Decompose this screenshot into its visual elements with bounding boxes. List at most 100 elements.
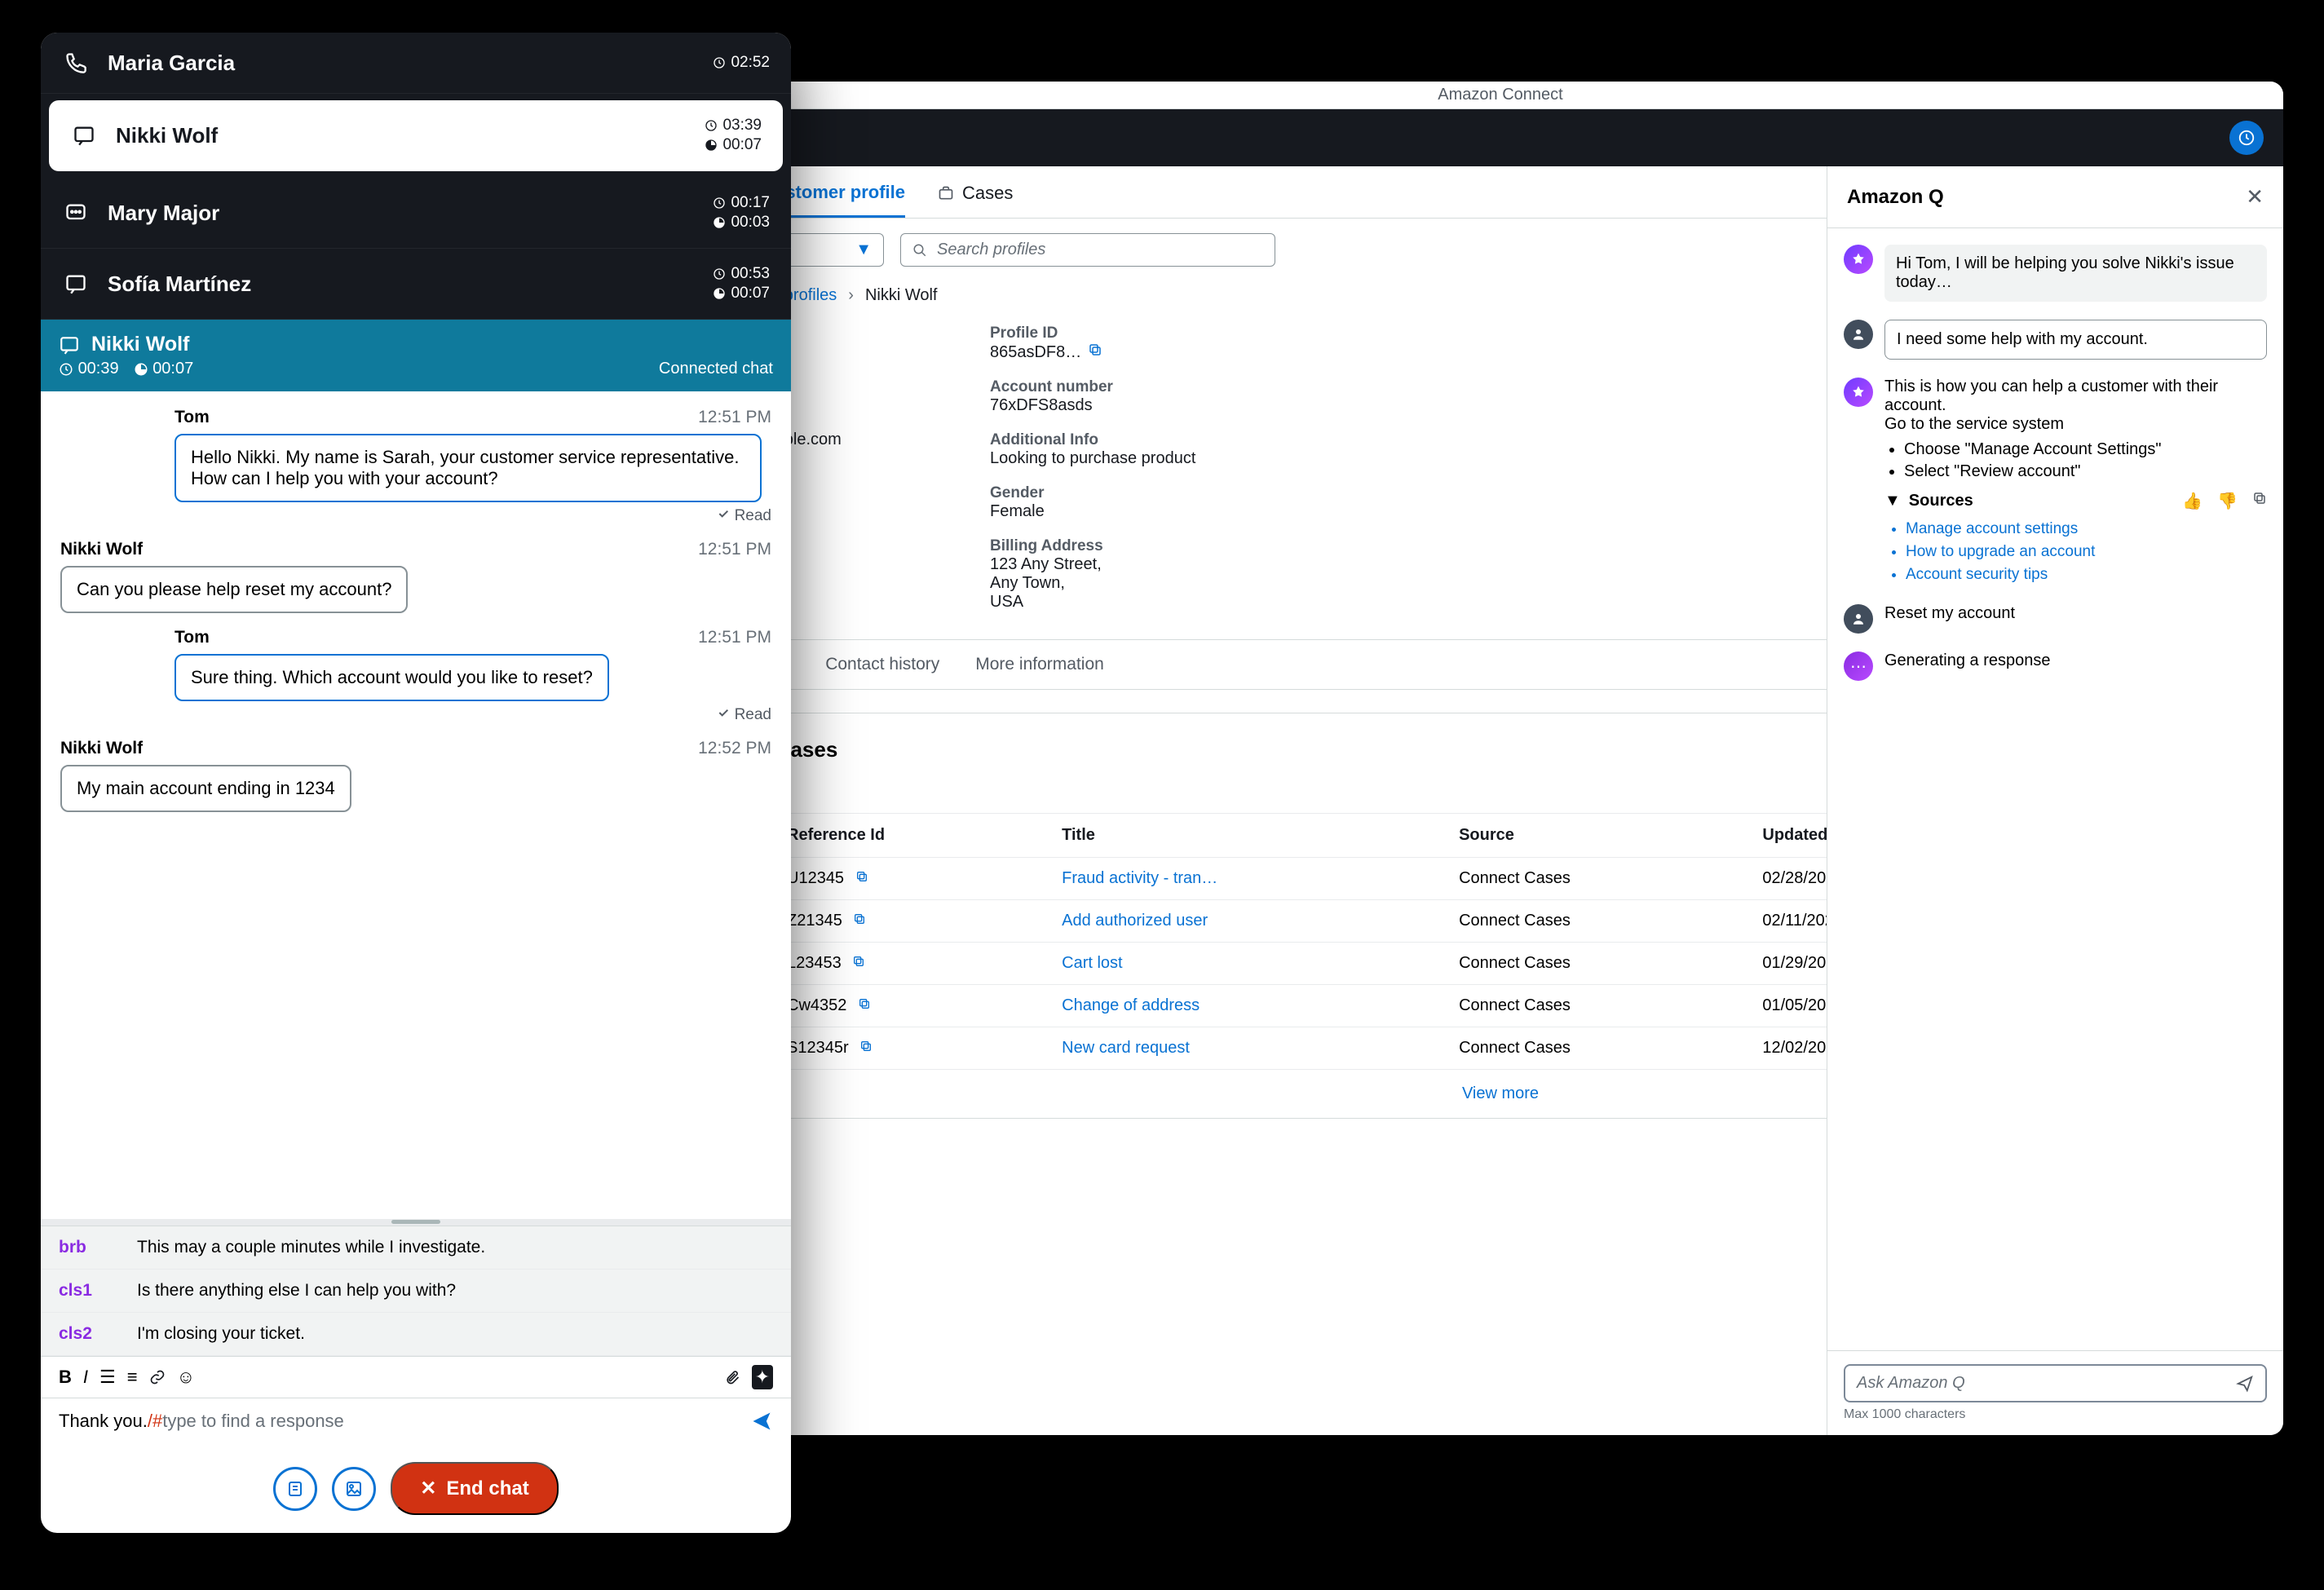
case-link[interactable]: New card request	[1062, 1039, 1190, 1057]
thumbs-down-icon[interactable]: 👎	[2217, 491, 2238, 511]
timer: 00:39	[59, 360, 119, 378]
quick-response[interactable]: cls1 Is there anything else I can help yo…	[41, 1270, 791, 1313]
copy-icon[interactable]	[855, 870, 868, 883]
close-icon[interactable]: ✕	[2246, 184, 2264, 210]
quick-responses: brbThis may a couple minutes while I inv…	[41, 1226, 791, 1356]
bold-button[interactable]: B	[59, 1367, 72, 1388]
tab-label: Cases	[962, 183, 1013, 204]
col-source[interactable]: Source	[1443, 814, 1746, 858]
search-input[interactable]: Search profiles	[900, 233, 1275, 267]
subtab-contact-history[interactable]: Contact history	[825, 640, 939, 689]
drag-handle[interactable]	[391, 1220, 440, 1224]
case-link[interactable]: Change of address	[1062, 996, 1200, 1014]
source-link[interactable]: Account security tips	[1906, 563, 2267, 586]
copy-icon[interactable]	[852, 955, 865, 968]
contact-item[interactable]: Sofía Martínez00:5300:07	[41, 249, 791, 320]
message: Tom12:51 PMHello Nikki. My name is Sarah…	[60, 408, 771, 525]
send-button[interactable]	[750, 1410, 773, 1433]
timestamp: 12:51 PM	[698, 408, 771, 427]
bubble-text: I need some help with my account.	[1884, 320, 2267, 360]
attach-icon[interactable]	[724, 1369, 740, 1385]
case-link[interactable]: Add authorized user	[1062, 912, 1208, 930]
col-ref[interactable]: Reference Id	[771, 814, 1045, 858]
bubble: Sure thing. Which account would you like…	[175, 654, 609, 701]
field-value: 76xDFS8asds	[990, 396, 1202, 415]
q-header-icon[interactable]	[2229, 121, 2264, 155]
bullet-list-icon[interactable]: ☰	[99, 1367, 116, 1388]
field-value: 865asDF8…	[990, 343, 1081, 361]
text: Is there anything else I can help you wi…	[137, 1281, 456, 1301]
contact-item[interactable]: Nikki Wolf03:3900:07	[49, 100, 783, 171]
label: Sources	[1909, 492, 1973, 510]
timers: 02:52	[713, 54, 770, 72]
send-icon[interactable]	[2236, 1375, 2254, 1393]
char-limit: Max 1000 characters	[1844, 1407, 2267, 1422]
loading-icon: ⋯	[1844, 651, 1873, 681]
contact-name: Nikki Wolf	[91, 333, 189, 356]
source-links: Manage account settings How to upgrade a…	[1884, 518, 2267, 586]
sender: Nikki Wolf	[60, 540, 143, 559]
compose-input[interactable]: Thank you. /# type to find a response	[41, 1398, 791, 1444]
caret-down-icon: ▼	[1884, 492, 1901, 510]
contact-item[interactable]: Mary Major00:1700:03	[41, 178, 791, 249]
field-label: Additional Info	[990, 431, 1202, 449]
thumbs-up-icon[interactable]: 👍	[2182, 491, 2202, 511]
emoji-icon[interactable]: ☺	[177, 1367, 195, 1388]
ccp-footer: ✕End chat	[41, 1444, 791, 1533]
copy-icon[interactable]	[1088, 342, 1102, 357]
step: Select "Review account"	[1904, 461, 2267, 483]
message: Nikki Wolf12:51 PMCan you please help re…	[60, 540, 771, 613]
field-label: Gender	[990, 484, 1202, 502]
chat-header: Nikki Wolf 00:39 00:07 Connected chat	[41, 320, 791, 391]
copy-icon[interactable]	[858, 997, 871, 1010]
copy-icon[interactable]	[853, 912, 866, 925]
source-link[interactable]: Manage account settings	[1906, 518, 2267, 541]
sources-toggle[interactable]: ▼ Sources 👍 👎	[1884, 491, 2267, 511]
tab-cases[interactable]: Cases	[938, 166, 1013, 218]
window-titlebar: Amazon Connect	[718, 82, 2283, 109]
subtab-more-info[interactable]: More information	[975, 640, 1104, 689]
placeholder: Ask Amazon Q	[1857, 1374, 1965, 1393]
code: cls1	[59, 1281, 116, 1301]
sparkle-icon[interactable]: ✦	[752, 1365, 773, 1389]
case-link[interactable]: Fraud activity - tran…	[1062, 869, 1217, 887]
sender: Nikki Wolf	[60, 739, 143, 758]
q-message: Hi Tom, I will be helping you solve Nikk…	[1844, 245, 2267, 302]
contact-item[interactable]: Maria Garcia02:52	[41, 33, 791, 94]
chat-icon	[62, 270, 90, 298]
timestamp: 12:51 PM	[698, 540, 771, 559]
link-icon[interactable]	[149, 1369, 166, 1385]
source-link[interactable]: How to upgrade an account	[1906, 541, 2267, 563]
caret-down-icon: ▼	[855, 241, 872, 259]
text: Go to the service system	[1884, 415, 2267, 434]
idle-timer: 00:07	[134, 360, 194, 378]
chat-icon	[70, 121, 98, 149]
transcript-button[interactable]	[273, 1467, 317, 1511]
breadcrumb-current: Nikki Wolf	[865, 286, 938, 305]
image-button[interactable]	[332, 1467, 376, 1511]
quick-response[interactable]: brbThis may a couple minutes while I inv…	[41, 1226, 791, 1270]
bubble-text: Hi Tom, I will be helping you solve Nikk…	[1884, 245, 2267, 302]
ask-q-input[interactable]: Ask Amazon Q	[1844, 1364, 2267, 1402]
read-receipt: Read	[175, 706, 771, 724]
case-link[interactable]: Cart lost	[1062, 954, 1122, 972]
field-label: Account number	[990, 378, 1202, 396]
text: Reset my account	[1884, 604, 2015, 623]
copy-icon[interactable]	[859, 1040, 873, 1053]
number-list-icon[interactable]: ≡	[127, 1367, 138, 1388]
quick-response[interactable]: cls2I'm closing your ticket.	[41, 1313, 791, 1356]
timestamp: 12:51 PM	[698, 628, 771, 647]
end-chat-button[interactable]: ✕End chat	[391, 1462, 558, 1515]
timers: 03:3900:07	[705, 117, 762, 154]
copy-icon[interactable]	[2252, 491, 2267, 511]
q-generating: ⋯ Generating a response	[1844, 651, 2267, 681]
timestamp: 12:52 PM	[698, 739, 771, 758]
step: Choose "Manage Account Settings"	[1904, 439, 2267, 461]
placeholder: Search profiles	[937, 241, 1045, 259]
sender: Tom	[175, 408, 210, 427]
col-title[interactable]: Title	[1045, 814, 1443, 858]
field-value: 123 Any Street,Any Town,USA	[990, 555, 1202, 612]
phone-icon	[62, 49, 90, 77]
italic-button[interactable]: I	[83, 1367, 88, 1388]
chat-icon	[59, 334, 80, 356]
